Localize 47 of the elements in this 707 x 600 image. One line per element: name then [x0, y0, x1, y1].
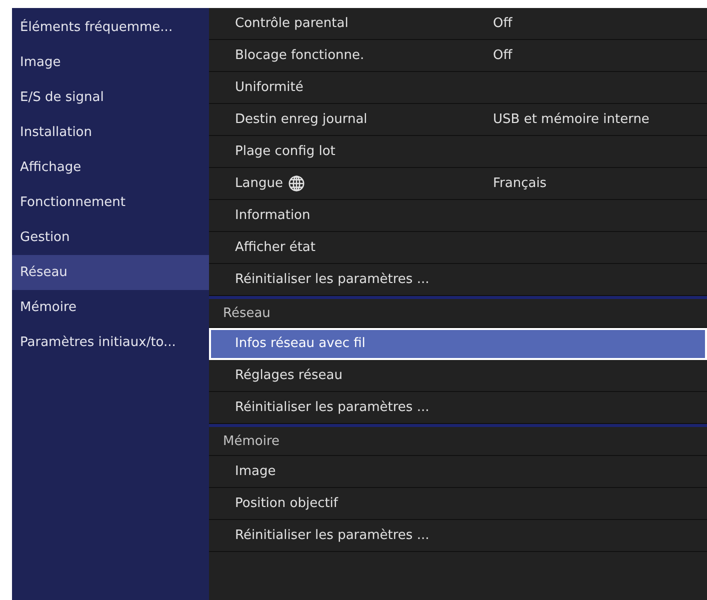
setting-label: Uniformité	[235, 80, 304, 95]
setting-label: Réinitialiser les paramètres ...	[235, 272, 430, 287]
globe-icon	[288, 175, 305, 192]
setting-value: USB et mémoire interne	[493, 112, 650, 127]
setting-label: Plage config lot	[235, 144, 336, 159]
sidebar-item[interactable]: Mémoire	[12, 290, 209, 325]
menu-row[interactable]: Uniformité	[209, 72, 707, 104]
sidebar-item[interactable]: Affichage	[12, 150, 209, 185]
menu-row[interactable]: Position objectif	[209, 488, 707, 520]
setting-label: Information	[235, 208, 310, 223]
setting-label: Réglages réseau	[235, 368, 342, 383]
sidebar-item[interactable]: Réseau	[12, 255, 209, 290]
setting-label: Destin enreg journal	[235, 112, 368, 127]
sidebar-item[interactable]: Installation	[12, 115, 209, 150]
menu-row[interactable]: Langue Français	[209, 168, 707, 200]
menu-row[interactable]: Image	[209, 456, 707, 488]
sidebar-item[interactable]: Paramètres initiaux/to...	[12, 325, 209, 360]
sidebar-item[interactable]: Image	[12, 45, 209, 80]
menu-row[interactable]: Afficher état	[209, 232, 707, 264]
setting-label: Afficher état	[235, 240, 316, 255]
menu-row[interactable]: Réglages réseau	[209, 360, 707, 392]
menu-row[interactable]: Réinitialiser les paramètres ...	[209, 392, 707, 424]
setting-label: Langue	[235, 176, 283, 191]
setting-label: Blocage fonctionne.	[235, 48, 364, 63]
section-title: Réseau	[223, 306, 270, 320]
sidebar-item[interactable]: Fonctionnement	[12, 185, 209, 220]
menu-row[interactable]: Destin enreg journal USB et mémoire interne	[209, 104, 707, 136]
menu-row[interactable]: Plage config lot	[209, 136, 707, 168]
menu-row[interactable]: Réinitialiser les paramètres ...	[209, 264, 707, 296]
sidebar-item[interactable]: Éléments fréquemme...	[12, 10, 209, 45]
menu-row[interactable]: Réinitialiser les paramètres ...	[209, 520, 707, 552]
setting-label: Infos réseau avec fil	[235, 336, 366, 351]
setting-label: Réinitialiser les paramètres ...	[235, 400, 430, 415]
setting-label: Contrôle parental	[235, 16, 348, 31]
setting-value: Off	[493, 16, 512, 31]
setting-label: Position objectif	[235, 496, 338, 511]
setting-label: Réinitialiser les paramètres ...	[235, 528, 430, 543]
menu-row[interactable]: Contrôle parental Off	[209, 8, 707, 40]
menu-row[interactable]: Blocage fonctionne. Off	[209, 40, 707, 72]
setting-value: Off	[493, 48, 512, 63]
section-title: Mémoire	[223, 434, 280, 448]
menu-row[interactable]: Information	[209, 200, 707, 232]
sidebar-item[interactable]: Gestion	[12, 220, 209, 255]
setting-label: Image	[235, 464, 276, 479]
sidebar-item[interactable]: E/S de signal	[12, 80, 209, 115]
setting-value: Français	[493, 176, 547, 191]
menu-row[interactable]: Infos réseau avec fil	[209, 328, 707, 360]
